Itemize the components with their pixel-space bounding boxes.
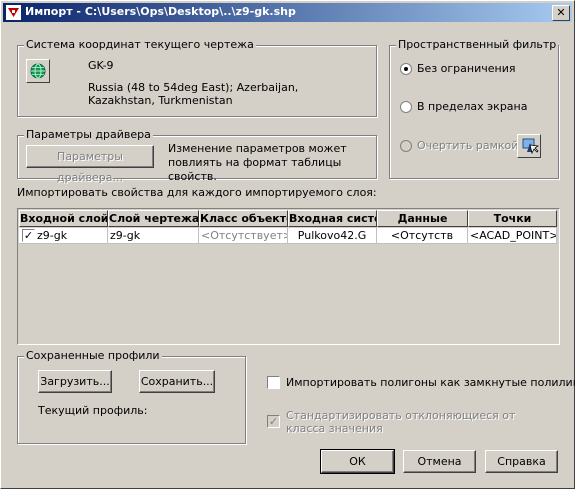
coord-system-code: GK-9 bbox=[88, 59, 114, 72]
driver-group: Параметры драйвера Параметры драйвера...… bbox=[17, 128, 377, 184]
radio-screen-extent-label: В пределах экрана bbox=[417, 100, 528, 113]
title-bar[interactable]: Импорт - C:\Users\Ops\Desktop\..\z9-gk.s… bbox=[3, 3, 572, 22]
pick-window-icon bbox=[522, 138, 540, 155]
driver-params-button: Параметры драйвера... bbox=[26, 145, 154, 184]
load-profile-button[interactable]: Загрузить... bbox=[38, 370, 112, 393]
coord-system-legend: Система координат текущего чертежа bbox=[24, 38, 256, 51]
col-points[interactable]: Точки bbox=[468, 210, 557, 227]
save-profile-button[interactable]: Сохранить... bbox=[139, 370, 215, 393]
layers-table-header: Входной слой Слой чертежа Класс объекто … bbox=[19, 210, 557, 227]
col-data[interactable]: Данные bbox=[377, 210, 468, 227]
cell-input-system[interactable]: Pulkovo42.G bbox=[288, 228, 377, 244]
import-polygons-label: Импортировать полигоны как замкнутые пол… bbox=[286, 376, 575, 389]
app-icon bbox=[6, 5, 21, 20]
radio-no-limit[interactable] bbox=[400, 63, 412, 75]
cell-object-class[interactable]: <Отсутствует> bbox=[199, 228, 288, 244]
cell-points[interactable]: <ACAD_POINT> bbox=[468, 228, 557, 244]
col-object-class[interactable]: Класс объекто bbox=[199, 210, 288, 227]
coord-system-description: Russia (48 to 54deg East); Azerbaijan, K… bbox=[88, 81, 299, 107]
import-dialog: Импорт - C:\Users\Ops\Desktop\..\z9-gk.s… bbox=[0, 0, 575, 489]
radio-window bbox=[400, 140, 412, 152]
current-profile-label: Текущий профиль: bbox=[38, 404, 148, 417]
layers-caption: Импортировать свойства для каждого импор… bbox=[17, 186, 377, 199]
radio-window-label: Очертить рамкой bbox=[417, 139, 519, 152]
layers-table[interactable]: Входной слой Слой чертежа Класс объекто … bbox=[17, 208, 560, 345]
close-button[interactable]: ✕ bbox=[552, 5, 570, 21]
cell-drawing-layer[interactable]: z9-gk bbox=[108, 228, 199, 244]
cell-data[interactable]: <Отсутств bbox=[377, 228, 468, 244]
help-button[interactable]: Справка bbox=[485, 450, 558, 473]
ok-button[interactable]: ОК bbox=[320, 449, 395, 474]
cancel-button[interactable]: Отмена bbox=[403, 450, 476, 473]
globe-icon bbox=[30, 63, 46, 79]
cell-input-layer-text: z9-gk bbox=[37, 229, 68, 242]
profiles-legend: Сохраненные профили bbox=[24, 349, 162, 362]
radio-screen-extent[interactable] bbox=[400, 101, 412, 113]
driver-note: Изменение параметров может повлиять на ф… bbox=[168, 142, 347, 183]
normalize-checkbox: ✓ bbox=[267, 415, 280, 428]
cell-input-layer[interactable]: ✓ z9-gk bbox=[19, 228, 108, 244]
col-input-system[interactable]: Входная систе bbox=[288, 210, 377, 227]
coord-system-group: Система координат текущего чертежа GK-9 … bbox=[17, 38, 377, 117]
import-polygons-checkbox[interactable] bbox=[267, 376, 280, 389]
pick-window-button[interactable] bbox=[517, 134, 541, 158]
layer-checkbox[interactable]: ✓ bbox=[22, 229, 35, 242]
normalize-label: Стандартизировать отклоняющиеся от класс… bbox=[286, 409, 516, 435]
col-input-layer[interactable]: Входной слой bbox=[19, 210, 108, 227]
radio-no-limit-label: Без ограничения bbox=[417, 62, 516, 75]
coord-system-button[interactable] bbox=[26, 59, 50, 83]
col-drawing-layer[interactable]: Слой чертежа bbox=[108, 210, 199, 227]
profiles-group: Сохраненные профили Загрузить... Сохрани… bbox=[17, 349, 246, 444]
table-row[interactable]: ✓ z9-gk z9-gk <Отсутствует> Pulkovo42.G … bbox=[19, 228, 557, 244]
spatial-filter-legend: Пространственный фильтр bbox=[396, 38, 559, 51]
driver-legend: Параметры драйвера bbox=[24, 128, 153, 141]
window-title: Импорт - C:\Users\Ops\Desktop\..\z9-gk.s… bbox=[25, 5, 296, 18]
spatial-filter-group: Пространственный фильтр Без ограничения … bbox=[389, 38, 559, 179]
